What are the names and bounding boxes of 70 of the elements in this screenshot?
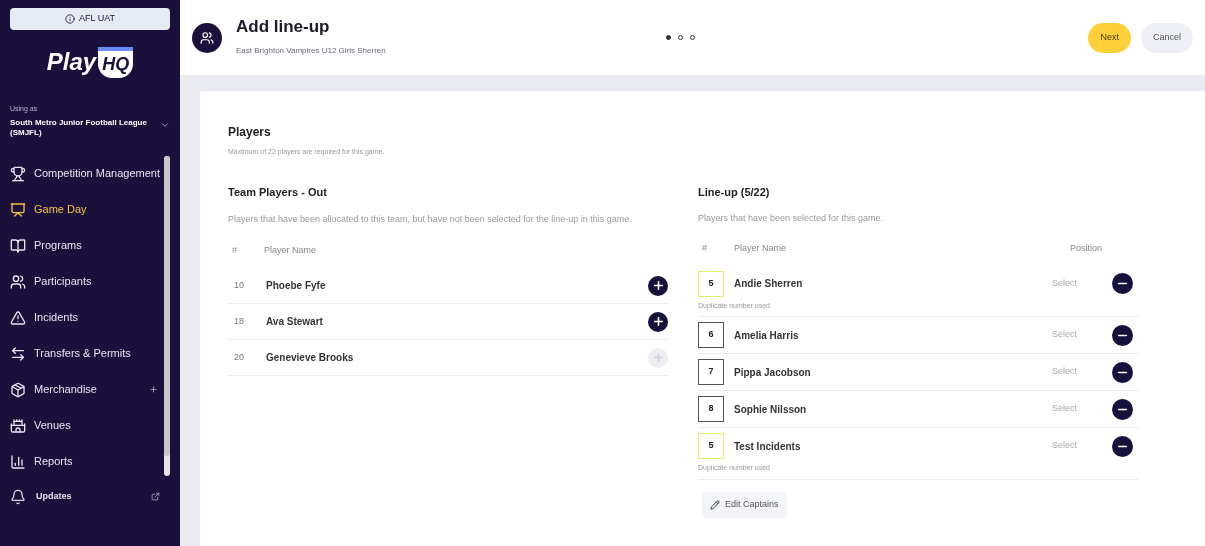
nav-item[interactable]: Merchandise xyxy=(10,371,164,408)
plus-icon xyxy=(651,279,665,292)
nav-item[interactable]: Transfers & Permits xyxy=(10,335,164,372)
column-header: Position xyxy=(1070,241,1104,255)
nav-item[interactable]: Venues xyxy=(10,407,164,444)
info-icon xyxy=(65,14,75,24)
next-button[interactable]: Next xyxy=(1088,22,1131,53)
page-subtitle: East Brighton Vampires U12 Girls Sherren xyxy=(236,45,387,57)
number-field[interactable]: 7 xyxy=(698,359,724,385)
stadium-icon xyxy=(10,417,26,434)
edit-captains-button[interactable]: Edit Captains xyxy=(702,491,787,518)
arrows-icon xyxy=(10,345,26,362)
number-field[interactable]: 8 xyxy=(698,396,724,422)
player-number: 20 xyxy=(234,350,245,364)
section-description: Players that have been allocated to this team, but have not been selected for the line-up in this game. xyxy=(228,213,633,226)
people-icon xyxy=(10,273,26,290)
section-heading: Line-up (5/22) xyxy=(698,184,771,200)
book-icon xyxy=(10,237,26,254)
plus-icon xyxy=(651,351,665,364)
logo-wordmark: Play xyxy=(46,47,97,77)
people-icon xyxy=(200,30,214,45)
logo-shield: HQ xyxy=(98,46,134,78)
column-header: Player Name xyxy=(734,241,788,255)
cancel-button[interactable]: Cancel xyxy=(1141,22,1193,53)
player-name: Andie Sherren xyxy=(734,277,804,291)
environment-label: AFL UAT xyxy=(79,12,115,26)
column-header: Player Name xyxy=(264,244,317,258)
remove-player-button[interactable] xyxy=(1112,324,1133,346)
remove-player-button[interactable] xyxy=(1112,435,1133,457)
add-player-button[interactable] xyxy=(648,311,668,332)
player-name: Sophie Nilsson xyxy=(734,402,808,417)
player-name: Ava Stewart xyxy=(266,315,324,329)
number-field[interactable]: 5 xyxy=(698,433,724,459)
player-number: 18 xyxy=(234,314,245,328)
nav-item[interactable]: Participants xyxy=(10,263,164,300)
section-heading: Team Players - Out xyxy=(228,184,328,200)
number-field[interactable]: 5 xyxy=(698,270,724,297)
updates-link[interactable]: Updates xyxy=(36,489,141,504)
nav-item[interactable]: Incidents xyxy=(10,299,164,336)
number-field[interactable]: 6 xyxy=(698,322,724,348)
player-name: Pippa Jacobson xyxy=(734,365,812,380)
add-player-button[interactable] xyxy=(648,275,668,296)
trophy-icon xyxy=(10,165,26,182)
page-title: Add line-up xyxy=(236,18,331,35)
nav-item[interactable]: Reports xyxy=(10,443,164,480)
column-header: # xyxy=(701,241,708,255)
player-name: Amelia Harris xyxy=(734,328,800,343)
organisation-name: South Metro Junior Football League (SMJFL) xyxy=(10,117,148,138)
player-name: Phoebe Fyfe xyxy=(266,279,327,293)
plus-icon xyxy=(651,315,665,328)
expand-icon[interactable] xyxy=(149,385,158,394)
section-description: Players that have been selected for this game. xyxy=(698,212,885,225)
column-header: # xyxy=(231,244,238,258)
warning-icon xyxy=(10,309,26,326)
player-name: Test Incidents xyxy=(734,439,802,454)
remove-player-button[interactable] xyxy=(1112,361,1133,383)
external-link-icon xyxy=(151,492,160,501)
pencil-icon xyxy=(710,499,720,510)
player-name: Genevieve Brooks xyxy=(266,351,355,365)
remove-player-button[interactable] xyxy=(1112,398,1133,420)
board-icon xyxy=(10,201,26,218)
nav-item[interactable]: Competition Management xyxy=(10,155,164,192)
chart-icon xyxy=(10,453,26,470)
nav-item[interactable]: Game Day xyxy=(10,191,164,228)
remove-player-button[interactable] xyxy=(1112,273,1133,294)
bell-icon xyxy=(10,488,26,505)
card-title: Players xyxy=(228,124,272,141)
player-number: 10 xyxy=(234,278,245,292)
nav-item[interactable]: Programs xyxy=(10,227,164,264)
box-icon xyxy=(10,381,26,398)
